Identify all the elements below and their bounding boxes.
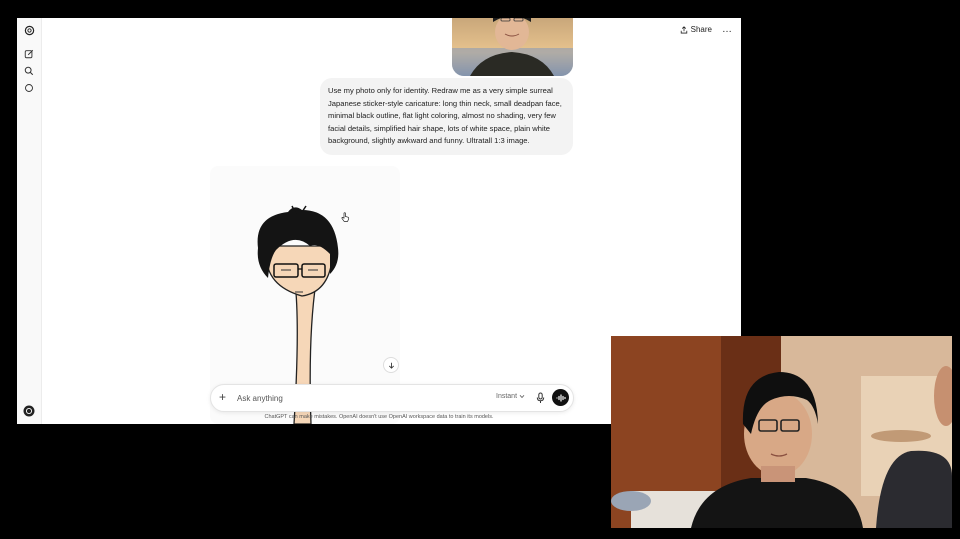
arrow-down-icon — [388, 362, 394, 369]
model-mode-label: Instant — [496, 393, 518, 400]
share-label: Share — [690, 25, 712, 34]
scroll-down-button[interactable] — [383, 357, 399, 373]
microphone-icon[interactable] — [536, 391, 545, 409]
library-icon[interactable] — [23, 82, 35, 94]
waveform-icon — [555, 393, 566, 402]
new-chat-icon[interactable] — [23, 48, 35, 60]
chevron-down-icon — [519, 394, 525, 399]
uploaded-photo[interactable] — [452, 18, 573, 76]
pointer-hand-icon — [341, 209, 350, 227]
prompt-input[interactable] — [235, 390, 439, 406]
openai-logo-icon[interactable] — [23, 24, 35, 36]
share-button[interactable]: Share — [680, 25, 712, 34]
attach-plus-icon[interactable]: + — [219, 391, 226, 403]
share-icon — [680, 25, 687, 33]
composer: + Instant — [210, 384, 574, 412]
user-message-bubble: Use my photo only for identity. Redraw m… — [320, 78, 573, 155]
search-icon[interactable] — [23, 65, 35, 77]
voice-mode-button[interactable] — [552, 389, 569, 406]
presenter-video — [611, 336, 952, 528]
more-options-button[interactable]: … — [722, 24, 733, 35]
model-mode-selector[interactable]: Instant — [496, 393, 525, 400]
sidebar-rail — [17, 18, 42, 424]
header-actions: Share … — [680, 24, 733, 35]
